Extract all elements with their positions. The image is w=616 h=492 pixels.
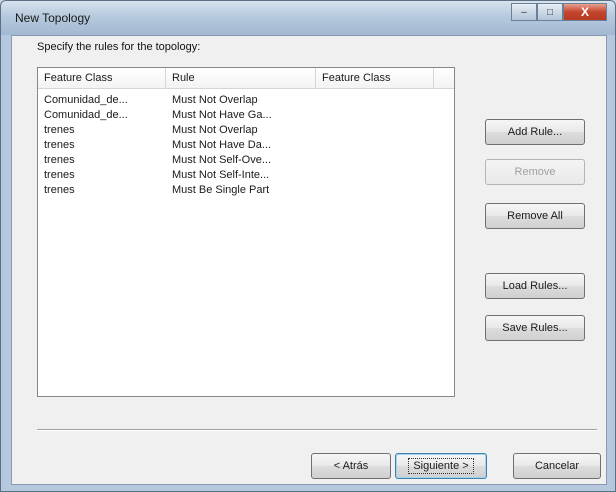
title-bar[interactable]: New Topology – □ X — [1, 1, 615, 35]
table-row[interactable]: trenes Must Not Overlap — [38, 123, 454, 138]
rules-table[interactable]: Feature Class Rule Feature Class Comunid… — [37, 67, 455, 397]
cell-feature-class: trenes — [44, 139, 75, 151]
cell-feature-class: trenes — [44, 184, 75, 196]
back-button[interactable]: < Atrás — [311, 453, 391, 479]
remove-button: Remove — [485, 159, 585, 185]
cell-rule: Must Be Single Part — [172, 184, 270, 196]
cell-feature-class-2 — [316, 108, 434, 123]
cell-feature-class: trenes — [44, 154, 75, 166]
maximize-button[interactable]: □ — [537, 3, 563, 21]
cell-rule: Must Not Have Da... — [172, 139, 272, 151]
new-topology-window: New Topology – □ X Specify the rules for… — [0, 0, 616, 492]
column-header-feature-class-2[interactable]: Feature Class — [316, 68, 434, 88]
cell-feature-class-2 — [316, 153, 434, 168]
cell-rule: Must Not Self-Ove... — [172, 154, 272, 166]
next-button[interactable]: Siguiente > — [395, 453, 487, 479]
cell-feature-class-2 — [316, 123, 434, 138]
next-button-label: Siguiente > — [408, 458, 474, 474]
add-rule-button[interactable]: Add Rule... — [485, 119, 585, 145]
cell-rule: Must Not Overlap — [172, 124, 258, 136]
cell-feature-class-2 — [316, 138, 434, 153]
window-controls: – □ X — [511, 3, 607, 21]
close-button[interactable]: X — [563, 3, 607, 21]
table-header: Feature Class Rule Feature Class — [38, 68, 454, 89]
load-rules-button[interactable]: Load Rules... — [485, 273, 585, 299]
column-header-rule[interactable]: Rule — [166, 68, 316, 88]
table-row[interactable]: trenes Must Not Self-Ove... — [38, 153, 454, 168]
minimize-button[interactable]: – — [511, 3, 537, 21]
footer-separator — [37, 429, 597, 431]
cell-feature-class: Comunidad_de... — [44, 94, 128, 106]
cell-feature-class-2 — [316, 168, 434, 183]
cell-feature-class: Comunidad_de... — [44, 109, 128, 121]
cell-rule: Must Not Have Ga... — [172, 109, 272, 121]
table-row[interactable]: trenes Must Not Have Da... — [38, 138, 454, 153]
table-row[interactable]: Comunidad_de... Must Not Overlap — [38, 93, 454, 108]
instructions-label: Specify the rules for the topology: — [37, 41, 201, 53]
table-row[interactable]: Comunidad_de... Must Not Have Ga... — [38, 108, 454, 123]
cell-feature-class: trenes — [44, 124, 75, 136]
cell-rule: Must Not Overlap — [172, 94, 258, 106]
cell-feature-class-2 — [316, 93, 434, 108]
column-header-feature-class[interactable]: Feature Class — [38, 68, 166, 88]
cell-feature-class-2 — [316, 183, 434, 198]
remove-all-button[interactable]: Remove All — [485, 203, 585, 229]
cell-feature-class: trenes — [44, 169, 75, 181]
table-rows: Comunidad_de... Must Not Overlap Comunid… — [38, 89, 454, 198]
save-rules-button[interactable]: Save Rules... — [485, 315, 585, 341]
cell-rule: Must Not Self-Inte... — [172, 169, 270, 181]
table-row[interactable]: trenes Must Be Single Part — [38, 183, 454, 198]
table-row[interactable]: trenes Must Not Self-Inte... — [38, 168, 454, 183]
cancel-button[interactable]: Cancelar — [513, 453, 601, 479]
window-title: New Topology — [15, 11, 91, 25]
